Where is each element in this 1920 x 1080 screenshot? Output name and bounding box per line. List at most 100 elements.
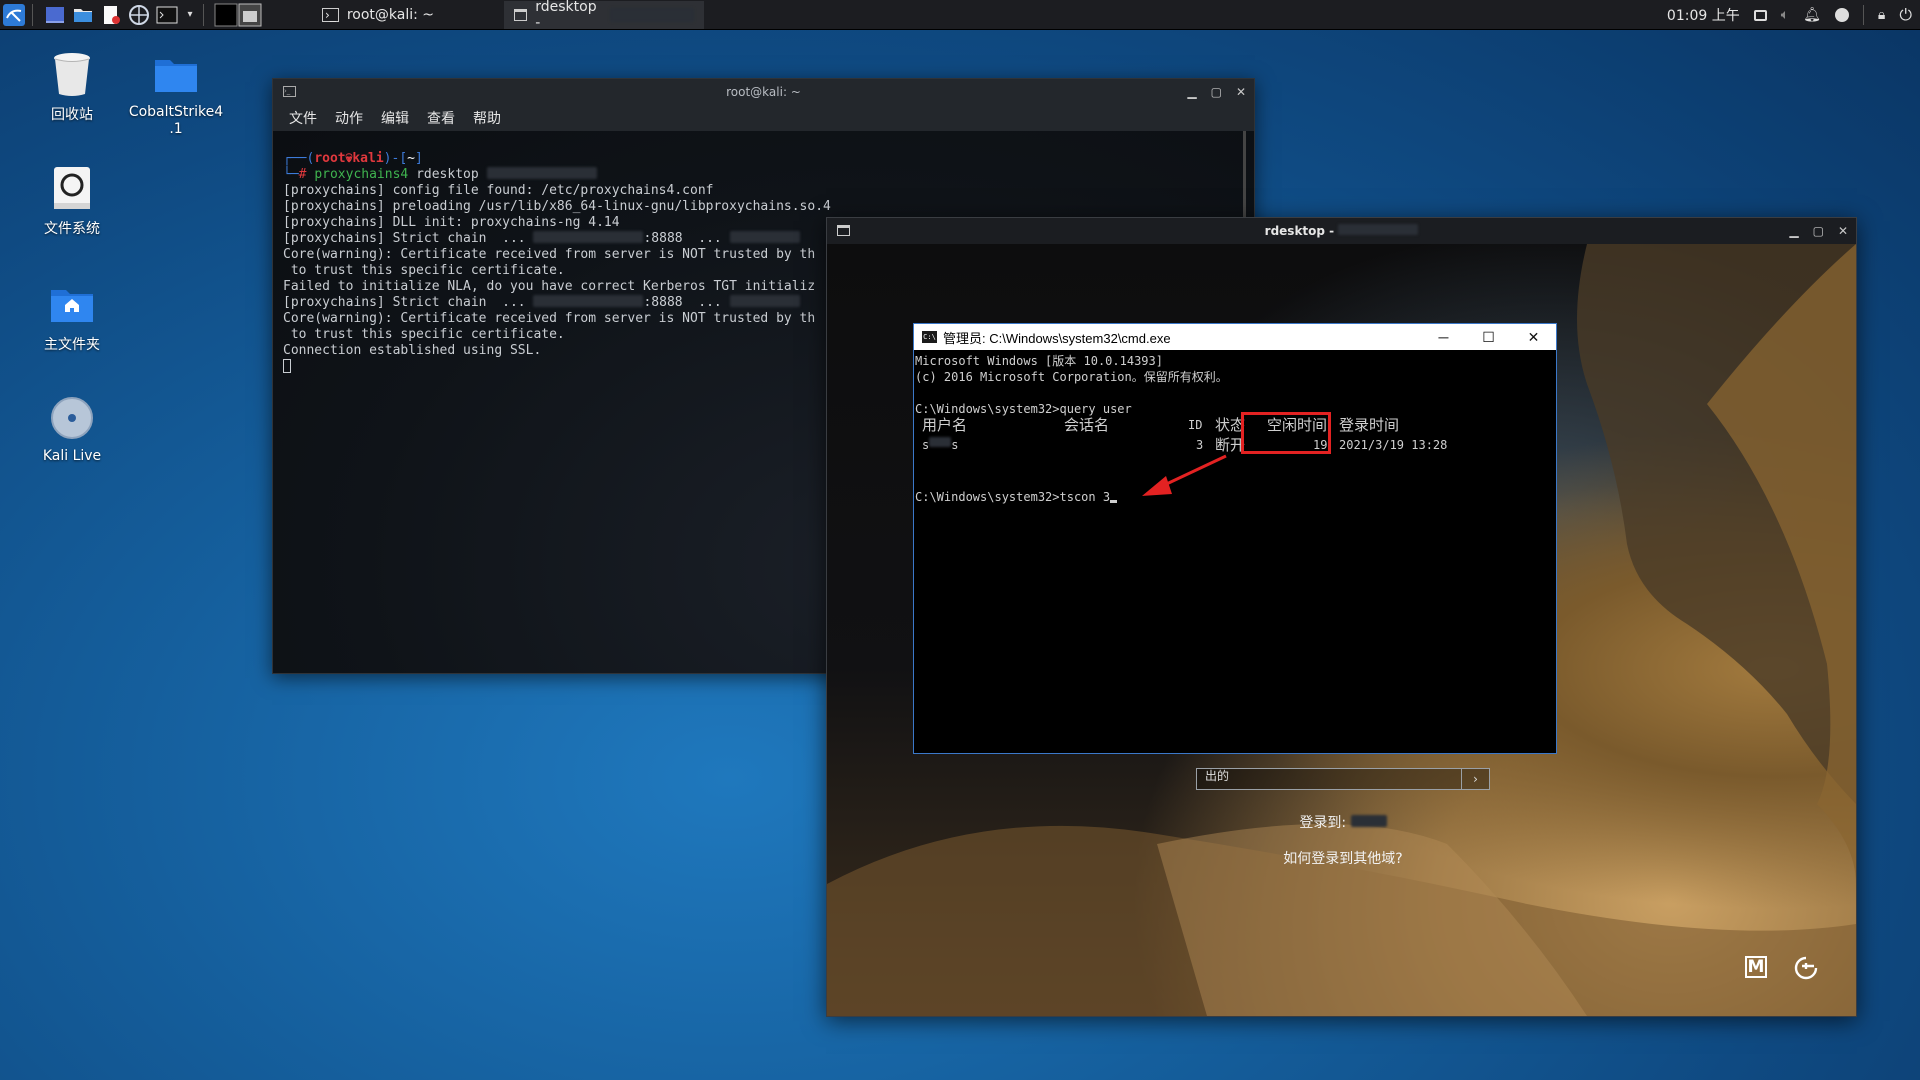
trash-icon — [48, 50, 96, 98]
prompt-hash: # — [298, 167, 315, 182]
taskbar-separator — [203, 3, 204, 26]
file-manager-icon[interactable] — [71, 3, 95, 27]
maximize-button[interactable]: ☐ — [1466, 324, 1511, 350]
terminal-launcher-icon[interactable] — [155, 3, 179, 27]
arrow-right-icon[interactable]: › — [1461, 769, 1489, 789]
window-controls: ▁ ▢ ✕ — [1789, 218, 1848, 244]
output-line: [proxychains] Strict chain ... — [283, 231, 526, 246]
cmd-titlebar[interactable]: C:\ 管理员: C:\Windows\system32\cmd.exe ─ ☐… — [914, 324, 1556, 350]
minimize-button[interactable]: ▁ — [1789, 224, 1798, 238]
drive-icon — [48, 164, 96, 212]
kali-menu-icon[interactable] — [2, 3, 26, 27]
home-folder-icon — [48, 280, 96, 328]
output-line: [proxychains] Strict chain ... — [283, 295, 526, 310]
folder-icon — [152, 50, 200, 98]
taskbar-task-label: rdesktop - — [535, 0, 597, 31]
login-input[interactable]: 出的 › — [1196, 768, 1490, 790]
notification-bell-icon[interactable]: 🔔︎ — [1803, 7, 1821, 23]
row-username: sxs — [922, 437, 958, 453]
text-editor-icon[interactable] — [99, 3, 123, 27]
window-controls: ▁ ▢ ✕ — [1187, 79, 1246, 105]
taskbar-task-label: root@kali: ~ — [346, 6, 434, 23]
close-button[interactable]: ✕ — [1511, 324, 1556, 350]
chevron-down-icon[interactable]: ▾ — [183, 3, 197, 27]
annotation-highlight-box — [1241, 412, 1331, 454]
desktop-icon-label: Kali Live — [42, 448, 102, 464]
power-icon[interactable]: ⏻ — [1899, 5, 1912, 25]
cmd-output[interactable]: Microsoft Windows [版本 10.0.14393] (c) 20… — [914, 350, 1556, 753]
minimize-button[interactable]: ▁ — [1187, 85, 1196, 99]
command-name: proxychains4 — [314, 167, 409, 182]
menu-help[interactable]: 帮助 — [473, 108, 501, 128]
redacted-host: x — [729, 231, 800, 243]
close-button[interactable]: ✕ — [1838, 224, 1848, 238]
taskbar: ▾ ›_ root@kali: ~ rdesktop - x 01:09 上午 … — [0, 0, 1920, 31]
desktop-icon-cobaltstrike[interactable]: CobaltStrike4 .1 — [122, 50, 230, 138]
redacted-domain: x — [1350, 815, 1387, 827]
redacted-host: x — [486, 167, 597, 179]
minimize-button[interactable]: ─ — [1421, 324, 1466, 350]
web-browser-icon[interactable] — [127, 3, 151, 27]
menu-action[interactable]: 动作 — [335, 108, 363, 128]
menu-view[interactable]: 查看 — [427, 108, 455, 128]
terminal-scrollbar[interactable] — [1243, 131, 1246, 221]
row-logon: 2021/3/19 13:28 — [1339, 438, 1448, 452]
desktop-icon-trash[interactable]: 回收站 — [18, 50, 126, 124]
output-line: Failed to initialize NLA, do you have co… — [283, 279, 816, 294]
prompt-line: ┌──(root💀︎kali)-[~] — [283, 151, 423, 166]
taskbar-task-rdesktop[interactable]: rdesktop - x — [504, 0, 704, 31]
cmd-cursor — [1110, 500, 1118, 503]
output-port: :8888 ... — [643, 231, 722, 246]
output-line: Connection established using SSL. — [283, 343, 542, 358]
output-line: [proxychains] config file found: /etc/pr… — [283, 183, 714, 198]
maximize-button[interactable]: ▢ — [1813, 224, 1824, 238]
output-line: [proxychains] preloading /usr/lib/x86_64… — [283, 199, 831, 214]
annotation-arrow-icon — [1142, 454, 1227, 496]
menu-edit[interactable]: 编辑 — [381, 108, 409, 128]
query-header-row: 用户名 会话名 ID 状态 空闲时间 登录时间 — [915, 417, 1555, 433]
window-title: root@kali: ~ — [726, 85, 801, 99]
cmd-window[interactable]: C:\ 管理员: C:\Windows\system32\cmd.exe ─ ☐… — [913, 323, 1557, 754]
redacted-host: x — [1338, 224, 1419, 235]
terminal-menubar: 文件 动作 编辑 查看 帮助 — [273, 105, 1254, 131]
desktop-icon-filesystem[interactable]: 文件系统 — [18, 164, 126, 238]
cmd-line: (c) 2016 Microsoft Corporation。保留所有权利。 — [915, 370, 1228, 384]
output-line: Core(warning): Certificate received from… — [283, 247, 816, 262]
close-button[interactable]: ✕ — [1236, 85, 1246, 99]
cmd-line: Microsoft Windows [版本 10.0.14393] — [915, 354, 1163, 368]
redacted-host: x — [533, 231, 644, 243]
network-icon[interactable] — [1834, 8, 1849, 22]
window-icon — [514, 8, 528, 21]
rdesktop-titlebar[interactable]: rdesktop - x ▁ ▢ ✕ — [827, 218, 1856, 244]
cmd-line: C:\Windows\system32>query user — [915, 402, 1132, 416]
prompt-host: kali — [352, 151, 384, 166]
desktop-icon-label: 文件系统 — [44, 221, 100, 237]
desktop-icon-kali-live[interactable]: Kali Live — [18, 394, 126, 464]
taskbar-task-terminal[interactable]: ›_ root@kali: ~ — [312, 1, 444, 29]
terminal-titlebar[interactable]: ›_ root@kali: ~ ▁ ▢ ✕ — [273, 79, 1254, 105]
prompt-corner: └─ — [283, 167, 299, 182]
redacted-username: x — [929, 437, 952, 447]
desktop-icon-label: 回收站 — [51, 107, 93, 123]
output-port: :8888 ... — [643, 295, 722, 310]
display-icon[interactable] — [1753, 9, 1767, 21]
header-logon: 登录时间 — [1339, 416, 1400, 434]
clock[interactable]: 01:09 上午 — [1667, 5, 1740, 25]
disc-icon — [48, 394, 96, 442]
volume-icon[interactable]: 🔈︎ — [1781, 7, 1789, 23]
header-username: 用户名 — [922, 416, 968, 434]
desktop-icon-home[interactable]: 主文件夹 — [18, 280, 126, 354]
row-username-head: s — [922, 438, 930, 452]
show-desktop-icon[interactable] — [43, 3, 67, 27]
menu-file[interactable]: 文件 — [289, 108, 317, 128]
window-title-text: rdesktop - — [1264, 224, 1335, 238]
maximize-button[interactable]: ▢ — [1211, 85, 1222, 99]
window-title: rdesktop - x — [827, 224, 1856, 238]
workspace-switcher-icon[interactable] — [214, 3, 262, 27]
header-session: 会话名 — [1064, 416, 1110, 434]
input-method-icon[interactable]: M — [1745, 956, 1767, 978]
other-domain-link[interactable]: 如何登录到其他域? — [1196, 848, 1490, 868]
accessibility-icon[interactable] — [1792, 954, 1820, 982]
lock-icon[interactable]: 🔒︎ — [1878, 7, 1885, 23]
login-to-label: 登录到: x — [1196, 812, 1490, 832]
